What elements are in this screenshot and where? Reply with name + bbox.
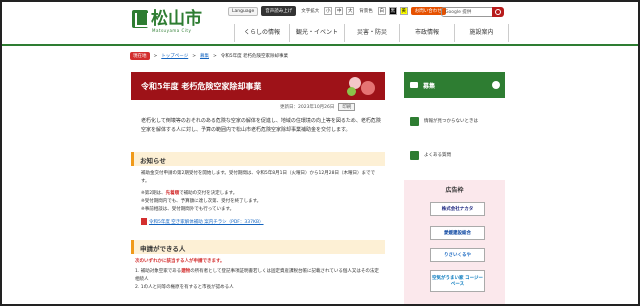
site-logo[interactable]: 松山市 Matsuyama City (132, 9, 202, 33)
updated-date: 更新日：2023年10月26日 (280, 105, 335, 110)
notice-p3: ※受付期間内でも、予算額に達し次第、受付を終了します。 (141, 199, 262, 204)
page-title-text: 令和5年度 老朽危険空家除却事業 (141, 81, 262, 91)
breadcrumb-sep: > (192, 53, 196, 59)
breadcrumb-home[interactable]: トップページ (161, 53, 188, 59)
breadcrumb-sep: > (212, 53, 217, 59)
side-link-label: 情報が見つからないときは (424, 119, 478, 124)
font-size-label: 文字拡大 (301, 9, 320, 14)
read-aloud-button[interactable]: 音声読み上げ (261, 6, 297, 16)
intro-text: 老朽化して倒壊等のおそれのある危険な空家の解体を促進し、地域の住環境の向上等を図… (141, 118, 381, 133)
bg-white-button[interactable]: 白 (377, 7, 386, 15)
notice-p4: ※事前相談は、受付期間外でも行っています。 (141, 207, 235, 212)
side-category-box[interactable]: 募集 (404, 72, 505, 98)
print-button[interactable]: 印刷 (338, 103, 356, 111)
nav-city-admin[interactable]: 市政情報 (399, 24, 454, 42)
font-size-large-button[interactable]: 大 (346, 7, 355, 15)
nav-disaster[interactable]: 災害・防災 (344, 24, 399, 42)
folder-icon (410, 82, 418, 88)
apply-note: 次のいずれかに該当する人が申請できます。 (135, 259, 225, 264)
notice-p2-red: 先着順 (165, 191, 180, 196)
ad-banner[interactable]: 空気がうまい家 コージーベース (430, 270, 485, 292)
breadcrumb-sep: > (153, 53, 158, 59)
apply-item-2: 2. 1の人と同等の権原を有すると市長が認める人 (135, 285, 234, 290)
ad-banner[interactable]: 株式会社ナカタ (430, 202, 485, 216)
language-button[interactable]: Language (228, 6, 259, 16)
ad-area: 広告枠 株式会社ナカタ 愛媛建設総合 りさいくるや 空気がうまい家 コージーベー… (404, 180, 505, 304)
page-meta: 更新日：2023年10月26日 印刷 (280, 103, 356, 111)
side-link-faq[interactable]: よくある質問 (404, 142, 505, 168)
notice-p1: 補助金交付申請の第2期受付を開始します。受付期間は、令和5年8月1日（火曜日）か… (141, 171, 375, 184)
pdf-icon (141, 218, 147, 225)
notice-p2-post: で補助の交付を決定します。 (179, 191, 238, 196)
apply-item-1: 1. 補助対象空家である建物の所有者として登記事項証明書若しくは固定資産課税台帳… (135, 268, 383, 284)
ad-area-title: 広告枠 (445, 187, 464, 194)
breadcrumb: 現在地 > トップページ > 募集 > 令和5年度 老朽危険空家除却事業 (130, 52, 288, 60)
breadcrumb-recruit[interactable]: 募集 (200, 53, 209, 59)
search-input[interactable]: Google 提供 (441, 7, 499, 17)
breadcrumb-tag: 現在地 (130, 52, 150, 60)
logo-subtitle: Matsuyama City (152, 28, 192, 33)
bg-black-button[interactable]: 黒 (388, 7, 397, 15)
notice-body: 補助金交付申請の第2期受付を開始します。受付期間は、令和5年8月1日（火曜日）か… (141, 170, 381, 227)
ad-banner[interactable]: りさいくるや (430, 248, 485, 262)
ad-banner[interactable]: 愛媛建設総合 (430, 226, 485, 240)
site-header: 松山市 Matsuyama City Language 音声読み上げ 文字拡大 … (2, 2, 638, 46)
nav-living[interactable]: くらしの情報 (234, 24, 289, 42)
question-icon (410, 116, 419, 126)
apply-heading: 申請ができる人 (131, 240, 385, 254)
notice-heading: お知らせ (131, 152, 385, 166)
arrow-right-icon (492, 81, 500, 89)
global-nav: くらしの情報 観光・イベント 災害・防災 市政情報 施設案内 (234, 24, 509, 42)
pdf-link-row: 令和5年度 空き家解体補助 案内チラシ（PDF：337KB） (141, 218, 381, 227)
nav-facilities[interactable]: 施設案内 (454, 24, 509, 42)
city-emblem-icon (132, 10, 149, 28)
utility-bar: Language 音声読み上げ 文字拡大 小 中 大 背景色 白 黒 黄 お問い… (228, 6, 446, 16)
apply-body: 次のいずれかに該当する人が申請できます。 1. 補助対象空家である建物の所有者と… (135, 258, 383, 292)
page-title: 令和5年度 老朽危険空家除却事業 (131, 72, 385, 100)
apply-item-1-red: 建物 (181, 269, 191, 274)
font-size-small-button[interactable]: 小 (324, 7, 333, 15)
font-size-medium-button[interactable]: 中 (335, 7, 344, 15)
search-icon[interactable] (492, 7, 504, 17)
bg-yellow-button[interactable]: 黄 (399, 7, 408, 15)
nav-tourism[interactable]: 観光・イベント (289, 24, 344, 42)
logo-text: 松山市 (151, 9, 202, 29)
notice-p2-pre: ※第2期は、 (141, 191, 166, 196)
flower-decoration-icon (345, 75, 379, 97)
breadcrumb-current: 令和5年度 老朽危険空家除却事業 (220, 54, 289, 59)
notice-p2: ※第2期は、先着順で補助の交付を決定します。 (141, 190, 381, 198)
side-link-not-found[interactable]: 情報が見つからないときは (404, 108, 505, 134)
pdf-link[interactable]: 令和5年度 空き家解体補助 案内チラシ（PDF：337KB） (149, 220, 264, 225)
side-link-label: よくある質問 (424, 153, 451, 158)
faq-icon (410, 150, 419, 160)
apply-item-1-pre: 1. 補助対象空家である (135, 269, 182, 274)
bg-color-label: 背景色 (359, 9, 373, 14)
side-category-title: 募集 (423, 82, 436, 90)
